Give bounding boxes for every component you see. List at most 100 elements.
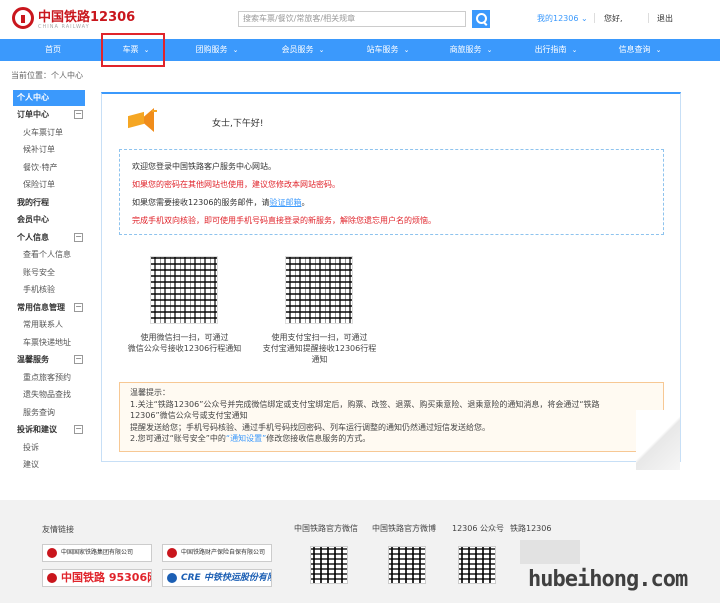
- tips-box: 温馨提示： 1.关注“铁路12306”公众号并完成微信绑定或支付宝绑定后，购票、…: [119, 382, 664, 452]
- sidebar-item[interactable]: 餐饮·特产: [13, 159, 85, 177]
- welcome-line: 欢迎您登录中国铁路客户服务中心网站。: [132, 162, 276, 171]
- chevron-down-icon: ⌄: [571, 46, 578, 54]
- 12306-account-qr: [458, 546, 496, 584]
- caption-line: 通知: [311, 355, 328, 364]
- railway-logo-icon: [47, 573, 57, 583]
- wechat-qr-caption: 使用微信扫一扫，可通过 微信公众号接收12306行程通知: [112, 332, 257, 354]
- tip-line: 提醒发送给您；手机号码核验、通过手机号码找回密码、列车运行调整的通知仍然通过短信…: [130, 422, 490, 432]
- notify-settings-link[interactable]: “通知设置”: [226, 434, 266, 443]
- footer-col-title: 中国铁路官方微信: [294, 524, 358, 533]
- partner-link[interactable]: CRE 中铁快运股份有限公司: [162, 569, 272, 587]
- sidebar-section-title: 投诉和建议: [17, 425, 57, 434]
- divider: [648, 13, 649, 23]
- sidebar-section[interactable]: 个人信息 −: [13, 229, 85, 247]
- sidebar-item[interactable]: 查看个人信息: [13, 246, 85, 264]
- nav-item-label: 出行指南: [534, 45, 567, 54]
- weibo-official-qr: [388, 546, 426, 584]
- sidebar-section[interactable]: 投诉和建议 −: [13, 421, 85, 439]
- greeting-text: 女士,下午好!: [212, 119, 264, 129]
- megaphone-icon: [124, 106, 158, 134]
- sidebar-item[interactable]: 服务查询: [13, 404, 85, 422]
- sidebar-item[interactable]: 候补订单: [13, 141, 85, 159]
- nav-item-guide[interactable]: 出行指南 ⌄: [527, 39, 585, 61]
- sidebar-section-title: 常用信息管理: [17, 302, 65, 312]
- divider: [594, 13, 595, 23]
- tip-text: 修改您接收信息服务的方式。: [266, 434, 371, 443]
- nav-item-label: 团购服务: [195, 45, 228, 54]
- caption-line: 使用支付宝扫一扫，可通过: [271, 333, 368, 342]
- chevron-down-icon: ⌄: [403, 46, 410, 54]
- sidebar-section-title: 会员中心: [17, 215, 49, 224]
- tip-text: 2.您可通过“账号安全”中的: [130, 434, 226, 443]
- site-logo[interactable]: 中国铁路12306 CHINA RAILWAY: [12, 5, 135, 33]
- sidebar-item-personal-center[interactable]: 个人中心: [13, 90, 85, 106]
- partner-name: 中国铁路财产保险自保有限公司: [181, 549, 266, 556]
- chevron-down-icon: ⌄: [655, 46, 662, 54]
- nav-item-group[interactable]: 团购服务 ⌄: [188, 39, 246, 61]
- logo-subtitle: CHINA RAILWAY: [38, 24, 90, 30]
- logo-name: 中国铁路12306: [38, 10, 136, 25]
- my-12306-menu[interactable]: 我的12306 ⌄: [537, 13, 588, 24]
- chevron-down-icon: ⌄: [486, 46, 493, 54]
- sidebar-section[interactable]: 我的行程: [13, 194, 85, 212]
- sidebar-section-title: 个人信息: [17, 232, 49, 242]
- wechat-qr-code: [150, 256, 218, 324]
- breadcrumb: 当前位置：个人中心: [11, 71, 83, 80]
- sidebar-item[interactable]: 火车票订单: [13, 124, 85, 142]
- nav-item-business[interactable]: 商旅服务 ⌄: [442, 39, 500, 61]
- sidebar-section[interactable]: 会员中心: [13, 211, 85, 229]
- welcome-box: 欢迎您登录中国铁路客户服务中心网站。 如果您的密码在其他网站也使用，建议您修改本…: [119, 149, 664, 235]
- nav-item-label: 首页: [45, 45, 61, 54]
- sidebar-section[interactable]: 温馨服务 −: [13, 351, 85, 369]
- nav-item-label: 站车服务: [366, 45, 399, 54]
- caption-line: 微信公众号接收12306行程通知: [127, 344, 242, 353]
- tip-line: 2.您可通过“账号安全”中的“通知设置”修改您接收信息服务的方式。: [130, 433, 653, 445]
- nav-item-label: 商旅服务: [449, 45, 482, 54]
- nav-item-home[interactable]: 首页: [38, 39, 68, 61]
- watermark: hubeihong.com: [528, 567, 688, 592]
- logout-link[interactable]: 退出: [657, 13, 673, 24]
- sidebar-item[interactable]: 账号安全: [13, 264, 85, 282]
- sidebar-section[interactable]: 订单中心 −: [13, 106, 85, 124]
- search-icon[interactable]: [472, 10, 490, 28]
- welcome-text: 。: [301, 198, 310, 207]
- wechat-official-qr: [310, 546, 348, 584]
- railway-logo-icon: [12, 7, 34, 29]
- insurance-logo-icon: [167, 548, 177, 558]
- sidebar-item[interactable]: 投诉: [13, 439, 85, 457]
- partner-link[interactable]: 中国铁路 95306网: [42, 569, 152, 587]
- collapse-icon[interactable]: −: [74, 425, 83, 434]
- sidebar-item[interactable]: 遗失物品查找: [13, 386, 85, 404]
- sidebar-item[interactable]: 重点旅客预约: [13, 369, 85, 387]
- partner-link[interactable]: 中国国家铁路集团有限公司: [42, 544, 152, 562]
- friendly-links-title: 友情链接: [42, 525, 74, 534]
- welcome-line: 如果您的密码在其他网站也使用，建议您修改本网站密码。: [132, 180, 340, 189]
- nav-item-member[interactable]: 会员服务 ⌄: [274, 39, 332, 61]
- collapse-icon[interactable]: −: [74, 302, 83, 312]
- tip-line: 1.关注“铁路12306”公众号并完成微信绑定或支付宝绑定后，购票、改签、退票、…: [130, 399, 600, 409]
- nav-item-station[interactable]: 站车服务 ⌄: [359, 39, 417, 61]
- sidebar-section-title: 温馨服务: [17, 355, 49, 364]
- railway-logo-icon: [47, 548, 57, 558]
- partner-link[interactable]: 中国铁路财产保险自保有限公司: [162, 544, 272, 562]
- sidebar-item[interactable]: 车票快递地址: [13, 334, 85, 352]
- sidebar-section[interactable]: 常用信息管理 −: [13, 299, 85, 317]
- collapse-icon[interactable]: −: [74, 355, 83, 364]
- sidebar-item[interactable]: 手机核验: [13, 281, 85, 299]
- verify-email-link[interactable]: 验证邮箱: [269, 198, 301, 207]
- chevron-down-icon: ⌄: [232, 46, 239, 54]
- collapse-icon[interactable]: −: [74, 110, 83, 119]
- partner-name: 中国国家铁路集团有限公司: [61, 549, 134, 556]
- sidebar-section-title: 我的行程: [17, 197, 49, 207]
- collapse-icon[interactable]: −: [74, 232, 83, 242]
- search-input[interactable]: 搜索车票/餐饮/常旅客/相关规章: [238, 11, 466, 27]
- sidebar-item[interactable]: 建议: [13, 456, 85, 474]
- page-curl-decoration: [636, 410, 680, 470]
- sidebar-item[interactable]: 常用联系人: [13, 316, 85, 334]
- alipay-qr-caption: 使用支付宝扫一扫，可通过 支付宝通知提醒接收12306行程 通知: [247, 332, 392, 365]
- caption-line: 支付宝通知提醒接收12306行程: [262, 344, 377, 353]
- nav-item-label: 会员服务: [281, 45, 314, 54]
- sidebar-item[interactable]: 保险订单: [13, 176, 85, 194]
- nav-item-info[interactable]: 信息查询 ⌄: [611, 39, 669, 61]
- welcome-text: 如果您需要接收12306的服务邮件，请: [132, 198, 270, 207]
